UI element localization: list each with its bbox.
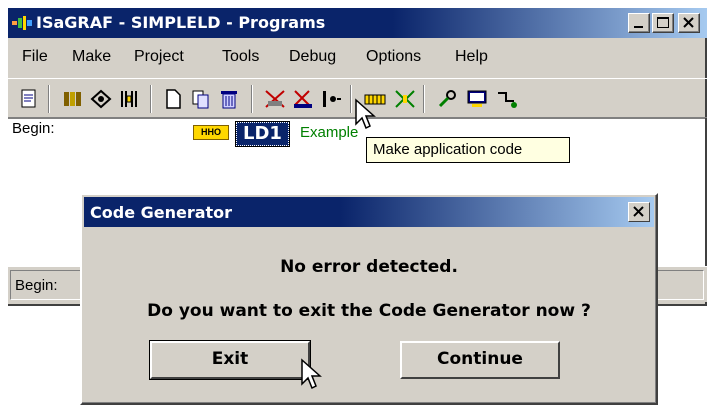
dialog-message-status: No error detected. — [280, 257, 458, 277]
monitor-button[interactable] — [464, 87, 490, 111]
menu-help[interactable]: Help — [455, 48, 488, 66]
isagraf-app-icon — [12, 16, 32, 30]
link-button[interactable] — [494, 87, 520, 111]
title-bar[interactable]: ISaGRAF - SIMPLELD - Programs — [8, 8, 707, 38]
make-application-tooltip: Make application code — [366, 137, 570, 163]
page-button[interactable] — [16, 87, 42, 111]
copy-icon — [192, 90, 209, 109]
program-name-selected[interactable]: LD1 — [235, 121, 290, 147]
minimize-icon — [634, 26, 643, 28]
io-icon — [121, 91, 137, 107]
delete-button[interactable] — [216, 87, 242, 111]
menu-make[interactable]: Make — [72, 48, 111, 66]
touch-icon — [294, 90, 312, 108]
menu-options[interactable]: Options — [366, 48, 421, 66]
new-icon — [166, 89, 181, 109]
program-comment: Example — [300, 124, 359, 141]
dialog-title-bar[interactable]: Code Generator — [84, 197, 654, 227]
new-button[interactable] — [160, 87, 186, 111]
io-button[interactable] — [116, 87, 142, 111]
monitor-icon — [467, 90, 487, 107]
connect-icon — [90, 89, 112, 109]
touch-button[interactable] — [290, 87, 316, 111]
connect-button[interactable] — [88, 87, 114, 111]
continue-button[interactable]: Continue — [400, 341, 560, 379]
close-icon — [683, 17, 694, 28]
dialog-close-button[interactable] — [628, 202, 650, 222]
menu-file[interactable]: File — [22, 48, 48, 66]
close-button[interactable] — [678, 13, 700, 33]
dialog-message-question: Do you want to exit the Code Generator n… — [147, 301, 591, 321]
window-title: ISaGRAF - SIMPLELD - Programs — [36, 13, 326, 32]
mouse-cursor-icon — [355, 98, 376, 130]
minimize-button[interactable] — [628, 13, 650, 33]
link-icon — [498, 92, 517, 108]
dialog-title: Code Generator — [90, 203, 233, 222]
mouse-cursor-icon — [301, 358, 322, 390]
verify-icon — [323, 91, 341, 107]
make-application-icon — [265, 90, 285, 108]
library-button[interactable] — [60, 87, 86, 111]
menu-bar: File Make Project Tools Debug Options He… — [8, 46, 707, 72]
make-application-button[interactable] — [262, 87, 288, 111]
page-icon — [21, 89, 36, 108]
debug-icon — [438, 90, 456, 108]
delete-icon — [221, 91, 237, 109]
maximize-icon — [657, 17, 669, 28]
code-generator-dialog: Code Generator No error detected. Do you… — [80, 193, 658, 405]
dictionary-button[interactable] — [392, 87, 418, 111]
menu-debug[interactable]: Debug — [289, 48, 336, 66]
copy-button[interactable] — [188, 87, 214, 111]
library-icon — [64, 92, 81, 106]
status-text: Begin: — [15, 277, 58, 294]
exit-button[interactable]: Exit — [149, 340, 311, 380]
dictionary-icon — [395, 90, 415, 108]
close-icon — [633, 206, 644, 217]
verify-button[interactable] — [318, 87, 344, 111]
begin-section-label: Begin: — [12, 120, 55, 137]
maximize-button[interactable] — [652, 13, 674, 33]
menu-tools[interactable]: Tools — [222, 48, 259, 66]
language-badge: HHO — [193, 125, 229, 140]
debug-button[interactable] — [436, 87, 462, 111]
menu-project[interactable]: Project — [134, 48, 184, 66]
